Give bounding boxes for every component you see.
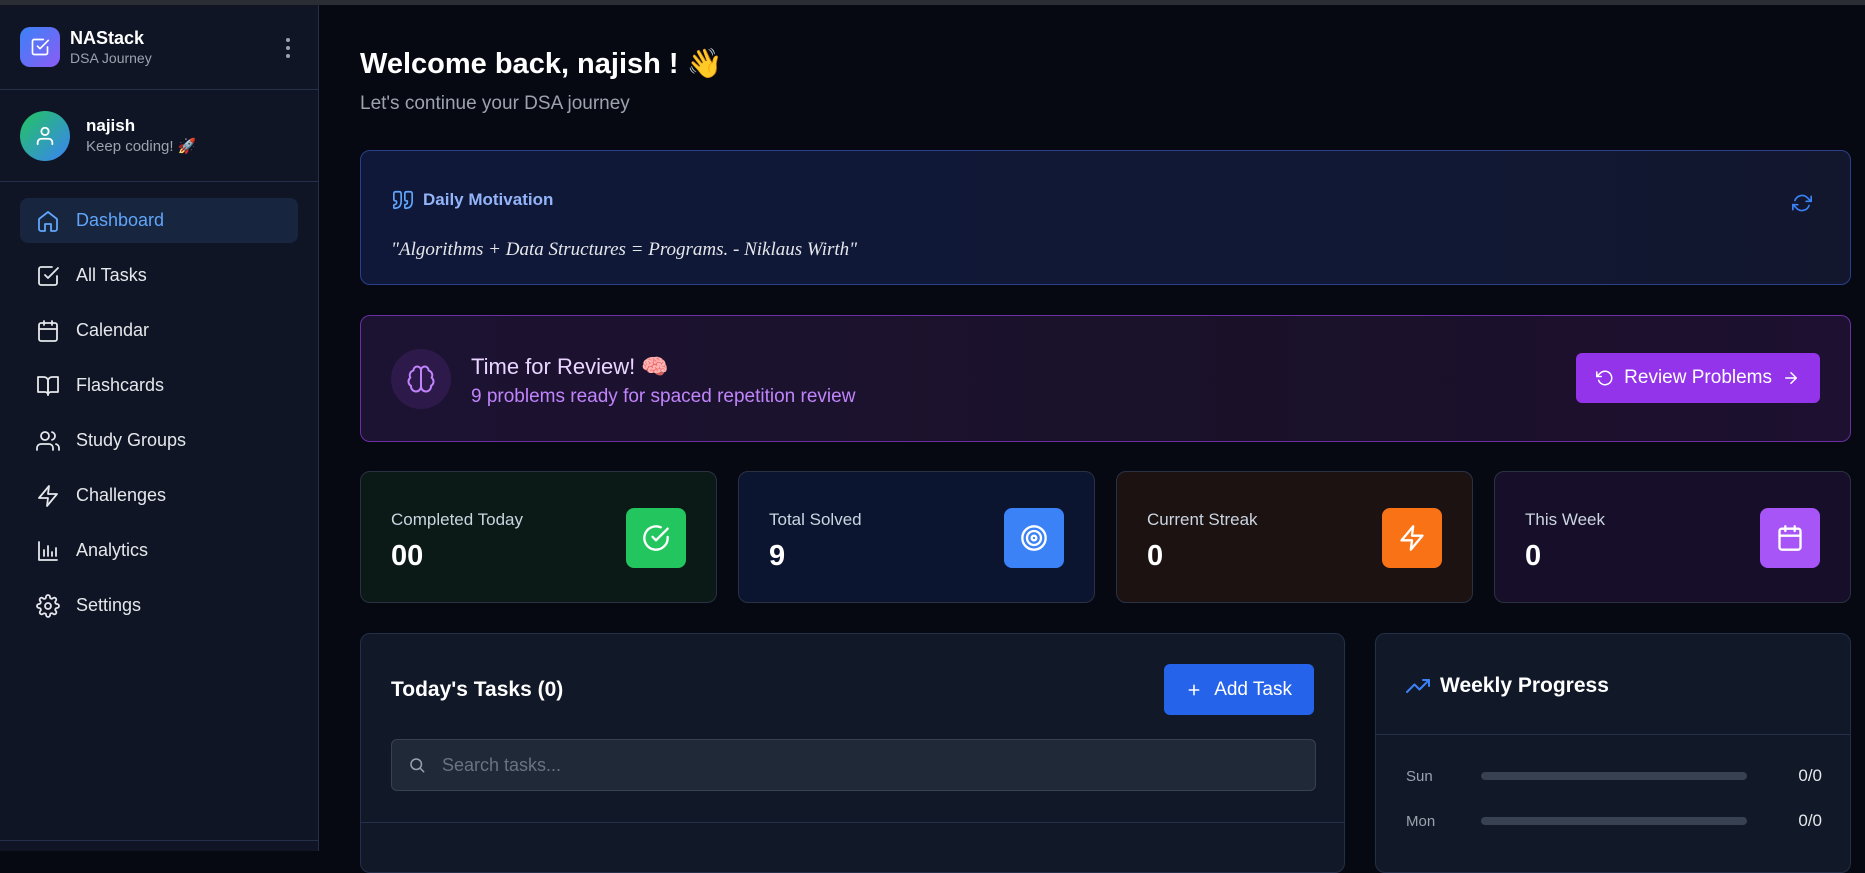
stat-value: 00 bbox=[391, 540, 424, 572]
stat-card-completed-today: Completed Today 00 bbox=[360, 471, 717, 603]
sidebar-item-label: Study Groups bbox=[76, 430, 187, 450]
stat-value: 9 bbox=[769, 540, 786, 572]
review-problems-button[interactable]: Review Problems bbox=[1576, 353, 1820, 403]
weekly-progress-bar bbox=[1481, 772, 1747, 780]
user-status: Keep coding! 🚀 bbox=[86, 137, 197, 155]
stat-label: This Week bbox=[1525, 510, 1605, 529]
weekly-row: Sun 0/0 bbox=[1406, 764, 1822, 788]
daily-motivation-card: Daily Motivation "Algorithms + Data Stru… bbox=[360, 150, 1851, 285]
user-profile[interactable]: najish Keep coding! 🚀 bbox=[0, 90, 318, 182]
brand-text: NAStack DSA Journey bbox=[70, 27, 152, 67]
stat-label: Total Solved bbox=[769, 510, 862, 529]
brand-header: NAStack DSA Journey bbox=[0, 5, 318, 90]
sidebar-footer-divider bbox=[0, 840, 319, 841]
quote-icon bbox=[393, 190, 413, 210]
sidebar-item-label: Calendar bbox=[76, 320, 150, 340]
sidebar-item-dashboard[interactable]: Dashboard bbox=[20, 198, 298, 243]
weekly-row: Mon 0/0 bbox=[1406, 809, 1822, 833]
users-icon bbox=[36, 430, 60, 451]
weekly-header: Weekly Progress bbox=[1406, 674, 1609, 698]
calendar-icon bbox=[1760, 508, 1820, 568]
brain-icon bbox=[391, 349, 451, 409]
target-icon bbox=[1004, 508, 1064, 568]
gear-icon bbox=[36, 593, 60, 618]
stat-label: Completed Today bbox=[391, 510, 523, 529]
sidebar-item-label: Flashcards bbox=[76, 375, 165, 395]
rotate-ccw-icon bbox=[1596, 370, 1613, 386]
refresh-icon[interactable] bbox=[1792, 193, 1812, 218]
calendar-icon bbox=[38, 319, 58, 342]
review-banner: Time for Review! 🧠 9 problems ready for … bbox=[360, 315, 1851, 442]
sidebar: NAStack DSA Journey najish Keep coding! … bbox=[0, 5, 319, 851]
sidebar-item-label: Dashboard bbox=[76, 210, 165, 230]
sidebar-item-all-tasks[interactable]: All Tasks bbox=[20, 253, 298, 298]
page-subtitle: Let's continue your DSA journey bbox=[360, 93, 630, 114]
weekly-divider bbox=[1376, 734, 1850, 735]
search-input[interactable] bbox=[441, 754, 1299, 776]
check-square-icon bbox=[38, 265, 59, 286]
main-content: Welcome back, najish ! 👋 Let's continue … bbox=[320, 5, 1865, 873]
sidebar-item-analytics[interactable]: Analytics bbox=[20, 528, 298, 573]
motivation-title: Daily Motivation bbox=[423, 190, 554, 209]
user-name: najish bbox=[86, 115, 136, 135]
tasks-title: Today's Tasks (0) bbox=[391, 678, 564, 701]
user-text: najish Keep coding! 🚀 bbox=[86, 115, 196, 157]
weekly-count: 0/0 bbox=[1798, 766, 1822, 785]
more-options-icon[interactable] bbox=[278, 33, 298, 63]
weekly-day: Sun bbox=[1406, 767, 1433, 785]
search-field[interactable] bbox=[391, 739, 1316, 791]
tasks-divider bbox=[361, 822, 1344, 823]
book-open-icon bbox=[37, 375, 59, 396]
motivation-quote: "Algorithms + Data Structures = Programs… bbox=[391, 239, 858, 260]
bar-chart-icon bbox=[38, 540, 58, 561]
sidebar-item-flashcards[interactable]: Flashcards bbox=[20, 363, 298, 408]
home-icon bbox=[38, 210, 58, 232]
review-title: Time for Review! 🧠 bbox=[471, 354, 669, 379]
arrow-right-icon bbox=[1785, 372, 1797, 384]
todays-tasks-panel: Today's Tasks (0) Add Task bbox=[360, 633, 1345, 873]
trending-up-icon bbox=[1406, 679, 1430, 693]
check-circle-icon bbox=[626, 508, 686, 568]
page-title: Welcome back, najish ! 👋 bbox=[360, 48, 723, 80]
weekly-progress-panel: Weekly Progress Sun 0/0 Mon 0/0 bbox=[1375, 633, 1851, 873]
weekly-day: Mon bbox=[1406, 812, 1436, 830]
add-task-button[interactable]: Add Task bbox=[1164, 664, 1314, 715]
brand-name: NAStack bbox=[70, 28, 145, 48]
review-button-label: Review Problems bbox=[1624, 367, 1772, 388]
sidebar-item-challenges[interactable]: Challenges bbox=[20, 473, 298, 518]
sidebar-item-label: Settings bbox=[76, 595, 142, 615]
stat-card-total-solved: Total Solved 9 bbox=[738, 471, 1095, 603]
brand-logo-icon[interactable] bbox=[20, 27, 60, 67]
weekly-title: Weekly Progress bbox=[1440, 674, 1609, 697]
search-icon bbox=[410, 758, 425, 773]
stat-card-this-week: This Week 0 bbox=[1494, 471, 1851, 603]
stat-value: 0 bbox=[1525, 540, 1542, 572]
sidebar-item-calendar[interactable]: Calendar bbox=[20, 308, 298, 353]
sidebar-nav: Dashboard All Tasks Calendar Flashcards … bbox=[0, 182, 318, 628]
stat-value: 0 bbox=[1147, 540, 1164, 572]
stat-card-current-streak: Current Streak 0 bbox=[1116, 471, 1473, 603]
weekly-count: 0/0 bbox=[1798, 811, 1822, 830]
review-subtitle: 9 problems ready for spaced repetition r… bbox=[471, 386, 856, 407]
add-task-label: Add Task bbox=[1214, 678, 1292, 700]
sidebar-item-label: All Tasks bbox=[76, 265, 147, 285]
motivation-header: Daily Motivation bbox=[391, 189, 553, 211]
weekly-progress-bar bbox=[1481, 817, 1747, 825]
zap-icon bbox=[38, 484, 58, 507]
avatar[interactable] bbox=[20, 110, 70, 161]
brand-subtitle: DSA Journey bbox=[70, 50, 152, 66]
plus-icon bbox=[1188, 684, 1200, 695]
sidebar-item-study-groups[interactable]: Study Groups bbox=[20, 418, 298, 463]
sidebar-item-label: Analytics bbox=[76, 540, 149, 560]
sidebar-item-settings[interactable]: Settings bbox=[20, 583, 298, 628]
zap-icon bbox=[1382, 508, 1442, 568]
stat-label: Current Streak bbox=[1147, 510, 1258, 529]
sidebar-item-label: Challenges bbox=[76, 485, 167, 505]
